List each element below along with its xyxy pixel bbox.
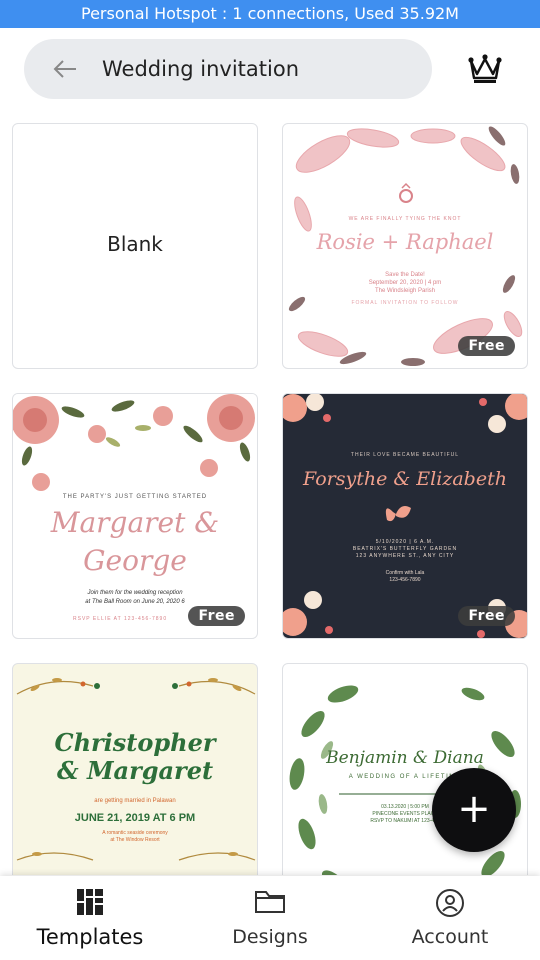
nav-designs-label: Designs [232,926,308,948]
create-design-button[interactable]: + [432,768,516,852]
arrow-left-icon[interactable] [52,56,78,82]
template-blank[interactable]: Blank [12,123,258,369]
margaret-names2: George [83,544,187,577]
christopher-line2: A romantic seaside ceremony [102,830,168,836]
rosie-line3: The Windsleigh Parish [374,288,436,294]
bottom-navigation: Templates Designs Account [0,876,540,960]
rosie-line1: Save the Date! [385,272,425,278]
forsythe-header: THEIR LOVE BECAME BEAUTIFUL [350,452,460,458]
forsythe-line2: BEATRIX'S BUTTERFLY GARDEN [352,546,458,552]
margaret-line1: Join them for the wedding reception [87,590,183,596]
status-bar: Personal Hotspot : 1 connections, Used 3… [0,0,540,28]
forsythe-line3: 123 ANYWHERE ST., ANY CITY [355,553,455,559]
margaret-line2: at The Ball Room on June 20, 2020 6 [85,599,185,605]
plus-icon: + [457,786,491,832]
crown-icon[interactable] [466,52,504,86]
free-badge: Free [458,336,515,356]
nav-account[interactable]: Account [396,876,504,960]
template-rosie-raphael[interactable]: WE ARE FINALLY TYING THE KNOT Rosie + Ra… [282,123,528,369]
christopher-line1: are getting married in Palawan [94,798,176,804]
blank-label: Blank [107,232,163,256]
search-input[interactable]: Wedding invitation [102,57,299,81]
folder-icon [254,888,286,919]
template-forsythe-elizabeth[interactable]: THEIR LOVE BECAME BEAUTIFUL Forsythe & E… [282,393,528,639]
template-margaret-george[interactable]: THE PARTY'S JUST GETTING STARTED Margare… [12,393,258,639]
account-circle-icon [435,888,465,923]
rosie-header: WE ARE FINALLY TYING THE KNOT [348,216,462,222]
margaret-header: THE PARTY'S JUST GETTING STARTED [62,494,208,500]
free-badge: Free [458,606,515,626]
status-text: Personal Hotspot : 1 connections, Used 3… [81,4,459,23]
benjamin-names: Benjamin & Diana [326,748,484,768]
nav-templates-label: Templates [36,925,144,949]
christopher-names2: & Margaret [56,756,214,785]
forsythe-line4: Confirm with Lala [385,570,425,576]
forsythe-names: Forsythe & Elizabeth [303,468,507,490]
rosie-names: Rosie + Raphael [316,230,494,254]
template-grid: Blank WE ARE FINALLY TYING THE KNOT Rosi… [12,123,528,875]
margaret-names1: Margaret & [50,506,220,539]
christopher-line3: at The Window Resort [110,837,160,843]
forsythe-line5: 123-456-7890 [389,577,421,583]
forsythe-line1: 5/10/2020 | 6 A.M. [375,539,435,545]
rosie-line2: September 20, 2020 | 4 pm [368,280,442,286]
nav-designs[interactable]: Designs [216,876,324,960]
template-christopher-margaret[interactable]: Christopher & Margaret are getting marri… [12,663,258,875]
free-badge: Free [188,606,245,626]
templates-grid-icon [76,888,104,921]
search-bar[interactable]: Wedding invitation [24,39,432,99]
rosie-line4: FORMAL INVITATION TO FOLLOW [351,300,459,306]
nav-templates[interactable]: Templates [28,876,152,960]
christopher-date: JUNE 21, 2019 AT 6 PM [74,812,196,824]
nav-account-label: Account [411,926,489,948]
christopher-names1: Christopher [54,728,216,757]
floral-corner-decoration [283,394,527,638]
